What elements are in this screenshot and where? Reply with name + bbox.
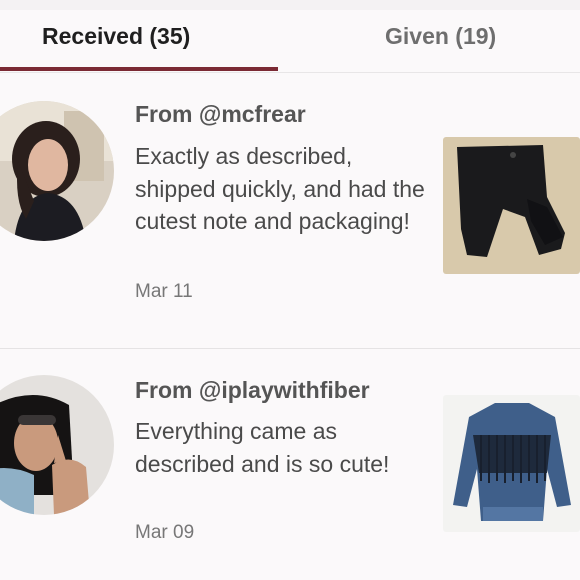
reviewer-username[interactable]: From @mcfrear	[135, 101, 306, 128]
review-date: Mar 09	[135, 522, 195, 543]
avatar[interactable]	[0, 375, 114, 515]
reviewer-username[interactable]: From @iplaywithfiber	[135, 377, 370, 404]
avatar[interactable]	[0, 101, 114, 241]
denim-fringe-jacket-photo[interactable]	[443, 395, 580, 532]
tab-received[interactable]: Received (35)	[0, 10, 278, 70]
active-tab-indicator	[0, 67, 278, 71]
top-bar	[0, 0, 580, 10]
review-comment: Exactly as described, shipped quickly, a…	[135, 143, 425, 234]
review-tabs: Received (35) Given (19)	[0, 10, 580, 73]
review-item: From @mcfrear Exactly as described, ship…	[0, 73, 580, 349]
review-item: From @iplaywithfiber Everything came as …	[0, 349, 580, 580]
review-date: Mar 11	[135, 281, 193, 302]
black-leggings-photo[interactable]	[443, 137, 580, 274]
tab-given[interactable]: Given (19)	[278, 10, 580, 70]
review-comment: Everything came as described and is so c…	[135, 418, 390, 477]
